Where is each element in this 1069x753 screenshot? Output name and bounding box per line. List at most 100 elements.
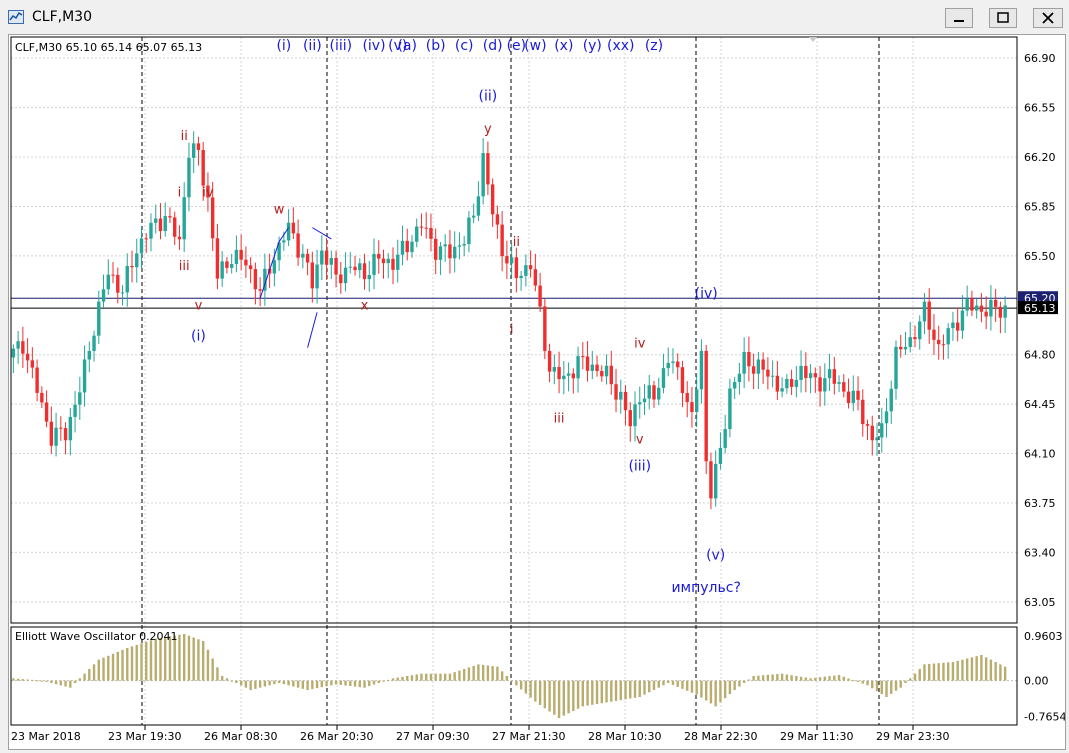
candle-body — [339, 274, 343, 284]
candle-body — [941, 344, 946, 346]
oscillator-bar — [519, 680, 523, 690]
candle-body — [823, 378, 827, 392]
candle-body — [405, 240, 409, 253]
candle-body — [44, 402, 49, 422]
candle-body — [329, 258, 334, 265]
time-tick-label: 23 Mar 19:30 — [108, 730, 181, 743]
oscillator-bar — [358, 680, 361, 688]
candle-body — [130, 265, 134, 268]
time-tick-label: 29 Mar 23:30 — [876, 730, 949, 743]
oscillator-bar — [709, 680, 713, 704]
candle-body — [699, 350, 704, 390]
oscillator-bar — [391, 678, 395, 681]
price-tick-label: 66.20 — [1024, 151, 1056, 164]
oscillator-bar — [880, 680, 883, 695]
oscillator-bar — [211, 658, 214, 681]
candle-body — [258, 289, 262, 291]
oscillator-bar — [937, 663, 940, 681]
wave-label: iv — [202, 186, 214, 201]
candle-body — [35, 367, 39, 393]
candle-body — [623, 391, 628, 411]
candle-body — [932, 329, 936, 340]
oscillator-bar — [871, 680, 874, 689]
oscillator-bar — [928, 663, 931, 681]
oscillator-bar — [83, 673, 86, 681]
candle-body — [234, 249, 239, 265]
candle-body — [842, 382, 846, 392]
oscillator-bar — [875, 680, 879, 692]
candle-body — [362, 263, 367, 280]
price-chart[interactable]: 66.9066.5566.2065.8565.5065.2064.8064.45… — [9, 35, 1066, 749]
oscillator-bar — [828, 676, 831, 681]
oscillator-bar — [591, 680, 594, 705]
oscillator-bar — [481, 664, 485, 681]
oscillator-tick-label: 0.00 — [1024, 675, 1049, 688]
wave-label: x — [361, 299, 369, 314]
minimize-button[interactable] — [945, 8, 973, 28]
candle-body — [424, 227, 428, 229]
chart-frame[interactable]: 66.9066.5566.2065.8565.5065.2064.8064.45… — [8, 34, 1066, 750]
oscillator-bar — [714, 680, 717, 707]
oscillator-bar — [904, 680, 907, 683]
candle-body — [49, 421, 54, 446]
candle-body — [661, 368, 666, 388]
oscillator-bar — [1003, 666, 1007, 681]
candle-body — [984, 311, 988, 317]
candle-body — [775, 375, 780, 392]
oscillator-bar — [40, 680, 44, 682]
oscillator-bar — [965, 658, 969, 681]
candle-body — [889, 388, 893, 412]
candle-body — [543, 306, 547, 351]
candle-body — [884, 411, 889, 424]
candle-body — [239, 249, 243, 260]
candle-body — [590, 364, 594, 371]
candle-body — [358, 263, 362, 271]
oscillator-bar — [662, 680, 665, 686]
oscillator-bar — [776, 674, 779, 681]
oscillator-bar — [667, 680, 670, 683]
oscillator-bar — [311, 680, 314, 690]
oscillator-bar — [377, 680, 380, 683]
oscillator-bar — [420, 673, 423, 681]
candle-body — [652, 385, 656, 400]
oscillator-bar — [600, 680, 603, 704]
oscillator-bar — [652, 680, 656, 690]
oscillator-bar — [923, 664, 926, 681]
close-button[interactable] — [1033, 8, 1063, 28]
oscillator-bar — [12, 678, 15, 681]
candle-body — [471, 215, 476, 218]
candle-body — [851, 390, 855, 404]
candle-body — [139, 238, 144, 254]
oscillator-bar — [704, 680, 708, 701]
oscillator-bar — [761, 675, 765, 681]
oscillator-bar — [890, 680, 893, 694]
candle-body — [452, 246, 457, 259]
candle-body — [116, 274, 120, 293]
candle-body — [704, 350, 708, 462]
candle-body — [40, 392, 44, 403]
candle-body — [168, 216, 172, 218]
candle-body — [367, 274, 371, 280]
candle-body — [97, 301, 101, 336]
candle-body — [457, 245, 462, 247]
candle-body — [685, 393, 689, 403]
maximize-button[interactable] — [989, 8, 1017, 28]
candle-body — [415, 226, 419, 242]
oscillator-bar — [676, 680, 679, 687]
wave-label: (iv) — [695, 286, 718, 302]
wave-label-top: (y) — [583, 38, 602, 54]
oscillator-bar — [59, 680, 63, 686]
candle-body — [732, 381, 737, 389]
candle-body — [448, 244, 452, 259]
candle-body — [861, 399, 865, 425]
candle-body — [272, 260, 277, 274]
candle-body — [547, 350, 552, 372]
candle-body — [528, 265, 533, 270]
candle-body — [832, 369, 837, 384]
oscillator-bar — [534, 680, 537, 702]
candle-body — [509, 257, 514, 264]
oscillator-bar — [16, 678, 20, 681]
candle-body — [960, 310, 965, 331]
oscillator-bar — [154, 638, 157, 681]
oscillator-bar — [410, 675, 414, 681]
